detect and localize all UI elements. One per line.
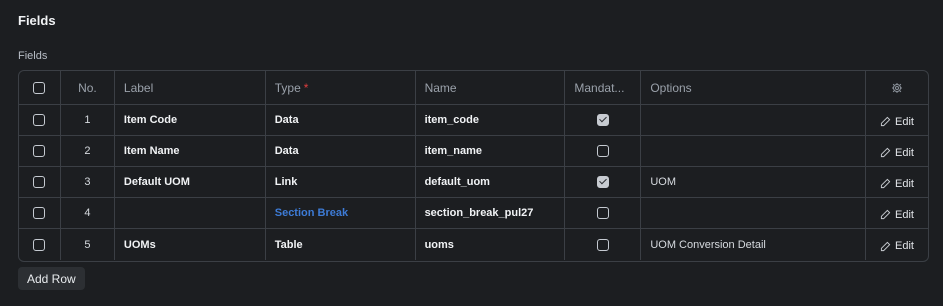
edit-label: Edit <box>895 240 914 252</box>
pencil-icon <box>880 116 891 127</box>
mandatory-checkbox[interactable] <box>596 114 609 126</box>
pencil-icon <box>880 178 891 189</box>
row-actions-cell: Edit <box>866 105 928 135</box>
mandatory-cell <box>565 167 642 197</box>
column-header-type: Type * <box>266 71 416 104</box>
row-select-checkbox[interactable] <box>33 145 46 157</box>
mandatory-cell <box>565 198 642 228</box>
edit-button[interactable]: Edit <box>880 209 914 221</box>
pencil-icon <box>880 147 891 158</box>
field-options[interactable] <box>641 136 867 166</box>
field-label[interactable]: Item Code <box>115 105 266 135</box>
mandatory-checkbox[interactable] <box>596 145 609 157</box>
row-number: 4 <box>61 198 115 228</box>
field-name[interactable]: item_code <box>416 105 566 135</box>
row-select-cell <box>19 229 61 260</box>
table-row[interactable]: 3 Default UOM Link default_uom UOM Edit <box>19 167 928 198</box>
mandatory-cell <box>565 105 642 135</box>
row-actions-cell: Edit <box>866 229 928 260</box>
column-header-options: Options <box>641 71 867 104</box>
edit-label: Edit <box>895 208 914 221</box>
column-header-mandatory: Mandat... <box>565 71 642 104</box>
field-label[interactable]: UOMs <box>115 229 266 260</box>
table-header: No. Label Type * Name Mandat... Options <box>19 71 928 105</box>
row-number: 1 <box>61 105 115 135</box>
edit-label: Edit <box>895 146 914 159</box>
column-header-no: No. <box>61 71 115 104</box>
table-row[interactable]: 1 Item Code Data item_code Edit <box>19 105 928 136</box>
row-select-checkbox[interactable] <box>33 176 46 188</box>
mandatory-cell <box>565 136 642 166</box>
row-select-cell <box>19 105 61 135</box>
section-title: Fields <box>18 13 56 28</box>
pencil-icon <box>880 241 891 251</box>
fields-table: No. Label Type * Name Mandat... Options … <box>18 70 929 262</box>
field-options[interactable] <box>641 198 867 228</box>
field-name[interactable]: item_name <box>416 136 566 166</box>
field-options[interactable] <box>641 105 867 135</box>
pencil-icon <box>880 209 891 220</box>
field-type[interactable]: Table <box>266 229 416 260</box>
column-header-label: Label <box>115 71 266 104</box>
row-select-checkbox[interactable] <box>33 114 46 126</box>
field-type[interactable]: Section Break <box>266 198 416 228</box>
edit-label: Edit <box>895 177 914 190</box>
field-type[interactable]: Data <box>266 105 416 135</box>
table-row[interactable]: 5 UOMs Table uoms UOM Conversion Detail … <box>19 229 928 260</box>
row-number: 2 <box>61 136 115 166</box>
add-row-button[interactable]: Add Row <box>18 267 85 290</box>
mandatory-checkbox[interactable] <box>596 176 609 188</box>
row-select-checkbox[interactable] <box>33 238 46 251</box>
select-all-checkbox[interactable] <box>33 81 46 94</box>
row-select-cell <box>19 167 61 197</box>
field-options[interactable]: UOM Conversion Detail <box>641 229 867 260</box>
field-options[interactable]: UOM <box>641 167 867 197</box>
edit-button[interactable]: Edit <box>880 240 914 252</box>
field-name[interactable]: section_break_pul27 <box>416 198 566 228</box>
row-actions-cell: Edit <box>866 198 928 228</box>
edit-button[interactable]: Edit <box>880 147 914 159</box>
field-name[interactable]: default_uom <box>416 167 566 197</box>
row-actions-cell: Edit <box>866 167 928 197</box>
gear-icon[interactable] <box>891 82 903 94</box>
field-label[interactable] <box>115 198 266 228</box>
edit-label: Edit <box>895 115 914 128</box>
field-label[interactable]: Default UOM <box>115 167 266 197</box>
field-type[interactable]: Data <box>266 136 416 166</box>
edit-button[interactable]: Edit <box>880 116 914 128</box>
table-row[interactable]: 4 Section Break section_break_pul27 Edit <box>19 198 928 229</box>
mandatory-cell <box>565 229 642 260</box>
column-header-name: Name <box>416 71 566 104</box>
mandatory-checkbox[interactable] <box>596 238 609 251</box>
row-actions-cell: Edit <box>866 136 928 166</box>
row-number: 5 <box>61 229 115 260</box>
column-header-type-text: Type <box>274 80 301 95</box>
row-select-checkbox[interactable] <box>33 207 46 219</box>
table-row[interactable]: 2 Item Name Data item_name Edit <box>19 136 928 167</box>
edit-button[interactable]: Edit <box>880 178 914 190</box>
field-type[interactable]: Link <box>266 167 416 197</box>
column-settings-cell <box>866 71 928 104</box>
field-label[interactable]: Item Name <box>115 136 266 166</box>
required-mark: * <box>303 80 309 95</box>
table-caption: Fields <box>18 50 48 62</box>
row-number: 3 <box>61 167 115 197</box>
field-name[interactable]: uoms <box>416 229 566 260</box>
select-all-cell <box>19 71 61 104</box>
row-select-cell <box>19 198 61 228</box>
row-select-cell <box>19 136 61 166</box>
mandatory-checkbox[interactable] <box>596 207 609 219</box>
